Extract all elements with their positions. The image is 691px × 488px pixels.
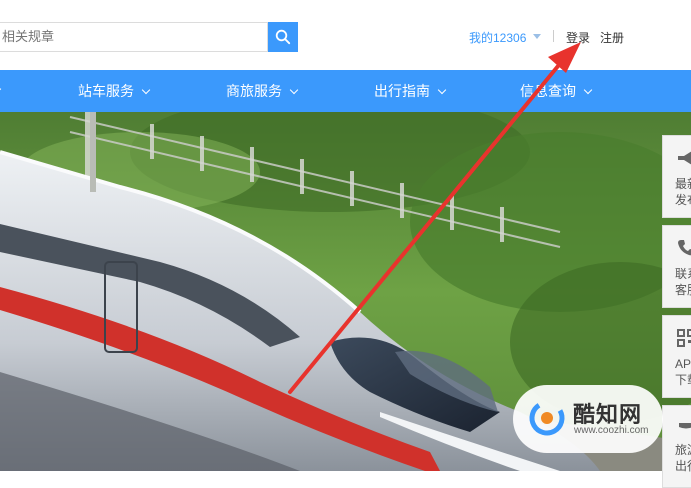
nav-item-label: 信息查询	[520, 83, 576, 99]
login-link[interactable]: 登录	[566, 29, 590, 46]
chevron-down-icon	[437, 85, 447, 95]
qrcode-icon	[677, 329, 691, 347]
nav-item-station-service[interactable]: 站车服务	[78, 70, 151, 112]
side-panel-app-download[interactable]: APP下载	[662, 315, 691, 398]
register-link[interactable]: 注册	[600, 29, 624, 46]
search-button[interactable]	[268, 22, 298, 52]
watermark-url: www.coozhi.com	[574, 425, 649, 436]
side-panel-label: 联系客服	[675, 267, 691, 297]
suitcase-icon	[679, 423, 691, 429]
watermark-badge: 酷知网 www.coozhi.com	[513, 385, 663, 453]
side-panel-latest-news[interactable]: 最新发布	[662, 135, 691, 218]
side-panel-label: 旅游出行	[675, 443, 691, 473]
nav-item-business-travel[interactable]: 商旅服务	[226, 70, 299, 112]
side-panel-travel[interactable]: 旅游出行	[662, 405, 691, 488]
nav-item-label: 站车服务	[78, 83, 134, 99]
coozhi-logo-icon	[529, 400, 565, 436]
chevron-down-icon[interactable]	[0, 84, 2, 94]
chevron-down-icon	[141, 85, 151, 95]
search-box[interactable]	[0, 22, 268, 52]
side-panel-contact-service[interactable]: 联系客服	[662, 225, 691, 308]
chevron-down-icon[interactable]	[533, 34, 541, 39]
main-nav: 站车服务 商旅服务 出行指南 信息查询	[0, 70, 691, 112]
side-panel-label: 最新发布	[675, 177, 691, 207]
nav-item-travel-guide[interactable]: 出行指南	[374, 70, 447, 112]
side-panel-label: APP下载	[675, 357, 691, 387]
megaphone-icon	[678, 151, 691, 165]
chevron-down-icon	[583, 85, 593, 95]
phone-icon	[678, 240, 691, 256]
nav-item-label: 出行指南	[374, 83, 430, 99]
nav-item-label: 商旅服务	[226, 83, 282, 99]
divider	[553, 30, 554, 42]
search-icon	[275, 29, 291, 45]
top-bar: 我的12306 登录 注册	[0, 0, 691, 70]
search-input[interactable]	[0, 23, 262, 51]
nav-item-info-query[interactable]: 信息查询	[520, 70, 593, 112]
my-12306-menu[interactable]: 我的12306	[469, 29, 526, 46]
chevron-down-icon	[289, 85, 299, 95]
